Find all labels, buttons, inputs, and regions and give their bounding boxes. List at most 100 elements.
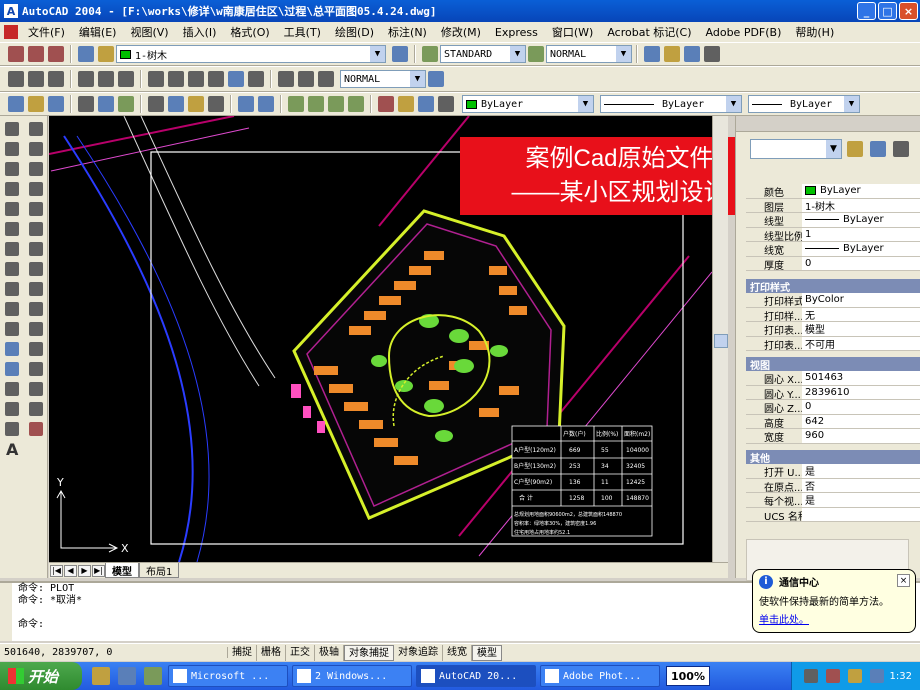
spline-icon[interactable] xyxy=(5,282,19,296)
osnap-toggle[interactable]: 对象捕捉 xyxy=(344,644,394,661)
dim-update-icon[interactable] xyxy=(318,71,334,87)
redo-icon[interactable] xyxy=(258,96,274,112)
lineweight-toggle[interactable]: 线宽 xyxy=(443,644,472,661)
prop-value[interactable]: 不可用 xyxy=(802,336,920,350)
properties-icon[interactable] xyxy=(378,96,394,112)
chevron-down-icon[interactable]: ▼ xyxy=(826,140,841,158)
bulb-icon[interactable] xyxy=(98,46,114,62)
command-grip[interactable] xyxy=(0,583,12,641)
menu-insert[interactable]: 插入(I) xyxy=(176,24,224,40)
circle-icon[interactable] xyxy=(5,242,19,256)
radius-dim-icon[interactable] xyxy=(78,71,94,87)
section-header[interactable]: 其他 xyxy=(746,450,920,465)
prop-value[interactable]: 0 xyxy=(802,256,920,270)
polyline-icon[interactable] xyxy=(5,162,19,176)
text-style-icon[interactable] xyxy=(422,46,438,62)
polar-toggle[interactable]: 极轴 xyxy=(315,644,344,661)
pdf-review-icon[interactable] xyxy=(48,46,64,62)
prop-value[interactable]: 是 xyxy=(802,464,920,478)
prop-value[interactable]: 无 xyxy=(802,307,920,321)
make-current-icon[interactable] xyxy=(392,46,408,62)
prop-value[interactable]: 2839610 xyxy=(802,385,920,399)
zoom-indicator[interactable]: 100% xyxy=(666,666,710,686)
undo-icon[interactable] xyxy=(238,96,254,112)
print-icon[interactable] xyxy=(78,96,94,112)
prop-value[interactable]: 是 xyxy=(802,493,920,507)
aligned-dim-icon[interactable] xyxy=(28,71,44,87)
start-button[interactable]: 开始 xyxy=(0,662,82,690)
minimize-button[interactable]: _ xyxy=(857,2,876,20)
prop-value[interactable]: 1-树木 xyxy=(802,198,920,212)
prop-value[interactable] xyxy=(802,507,920,521)
ime-icon[interactable] xyxy=(825,669,840,683)
section-header[interactable]: 打印样式 xyxy=(746,279,920,294)
scrollbar-thumb[interactable] xyxy=(714,334,728,348)
paste-icon[interactable] xyxy=(188,96,204,112)
section-header[interactable]: 视图 xyxy=(746,357,920,372)
point-icon[interactable] xyxy=(5,382,19,396)
layer-select[interactable]: 1-树木 ▼ xyxy=(116,45,386,63)
chevron-down-icon[interactable]: ▼ xyxy=(510,46,525,62)
break-icon[interactable] xyxy=(29,342,43,356)
dim-style-select[interactable]: NORMAL ▼ xyxy=(546,45,632,63)
menu-help[interactable]: 帮助(H) xyxy=(788,24,841,40)
ellipse-arc-icon[interactable] xyxy=(5,322,19,336)
menu-format[interactable]: 格式(O) xyxy=(223,24,276,40)
menu-dimension[interactable]: 标注(N) xyxy=(381,24,434,40)
menu-modify[interactable]: 修改(M) xyxy=(434,24,488,40)
task-button[interactable]: 2 Windows... xyxy=(292,665,412,687)
menu-draw[interactable]: 绘图(D) xyxy=(328,24,381,40)
copy-object-icon[interactable] xyxy=(29,142,43,156)
pickadd-icon[interactable] xyxy=(847,141,863,157)
prop-value[interactable]: 501463 xyxy=(802,371,920,385)
offset-icon[interactable] xyxy=(29,182,43,196)
chevron-down-icon[interactable]: ▼ xyxy=(616,46,631,62)
snap-toggle[interactable]: 捕捉 xyxy=(228,644,257,661)
last-tab-icon[interactable]: ▶| xyxy=(92,564,105,577)
document-icon[interactable] xyxy=(4,25,18,39)
copy-icon[interactable] xyxy=(168,96,184,112)
quick-select-icon[interactable] xyxy=(893,141,909,157)
erase-icon[interactable] xyxy=(29,122,43,136)
prop-value[interactable]: 1 xyxy=(802,227,920,241)
desktop-icon[interactable] xyxy=(144,667,162,685)
linear-dim-icon[interactable] xyxy=(8,71,24,87)
publish-icon[interactable] xyxy=(118,96,134,112)
task-button[interactable]: AutoCAD 20... xyxy=(416,665,536,687)
color-select[interactable]: ByLayer ▼ xyxy=(462,95,594,113)
prop-value[interactable]: 0 xyxy=(802,400,920,414)
task-button[interactable]: Microsoft ... xyxy=(168,665,288,687)
trim-icon[interactable] xyxy=(29,302,43,316)
next-tab-icon[interactable]: ▶ xyxy=(78,564,91,577)
chevron-down-icon[interactable]: ▼ xyxy=(370,46,385,62)
help-icon[interactable] xyxy=(438,96,454,112)
hatch-icon[interactable] xyxy=(5,402,19,416)
ortho-toggle[interactable]: 正交 xyxy=(286,644,315,661)
chevron-down-icon[interactable]: ▼ xyxy=(410,71,425,87)
chamfer-icon[interactable] xyxy=(29,382,43,396)
continue-dim-icon[interactable] xyxy=(188,71,204,87)
print-preview-icon[interactable] xyxy=(98,96,114,112)
prop-value[interactable]: ByLayer xyxy=(820,185,861,196)
menu-adobe-pdf[interactable]: Adobe PDF(B) xyxy=(699,26,789,39)
question-icon[interactable] xyxy=(704,46,720,62)
quick-dim-icon[interactable] xyxy=(148,71,164,87)
move-icon[interactable] xyxy=(29,222,43,236)
dim-style-icon[interactable] xyxy=(528,46,544,62)
diameter-dim-icon[interactable] xyxy=(98,71,114,87)
menu-edit[interactable]: 编辑(E) xyxy=(72,24,124,40)
globe-icon[interactable] xyxy=(684,46,700,62)
stretch-icon[interactable] xyxy=(29,282,43,296)
lightbulb-icon[interactable] xyxy=(664,46,680,62)
select-objects-icon[interactable] xyxy=(870,141,886,157)
dimtedit-icon[interactable] xyxy=(298,71,314,87)
break-at-point-icon[interactable] xyxy=(29,362,43,376)
ellipse-icon[interactable] xyxy=(5,302,19,316)
mirror-icon[interactable] xyxy=(29,162,43,176)
palette-titlebar[interactable] xyxy=(736,116,920,132)
rectangle-icon[interactable] xyxy=(5,202,19,216)
dimedit-icon[interactable] xyxy=(278,71,294,87)
tab-layout1[interactable]: 布局1 xyxy=(139,563,180,578)
antivirus-icon[interactable] xyxy=(869,669,884,683)
tool-palettes-icon[interactable] xyxy=(418,96,434,112)
